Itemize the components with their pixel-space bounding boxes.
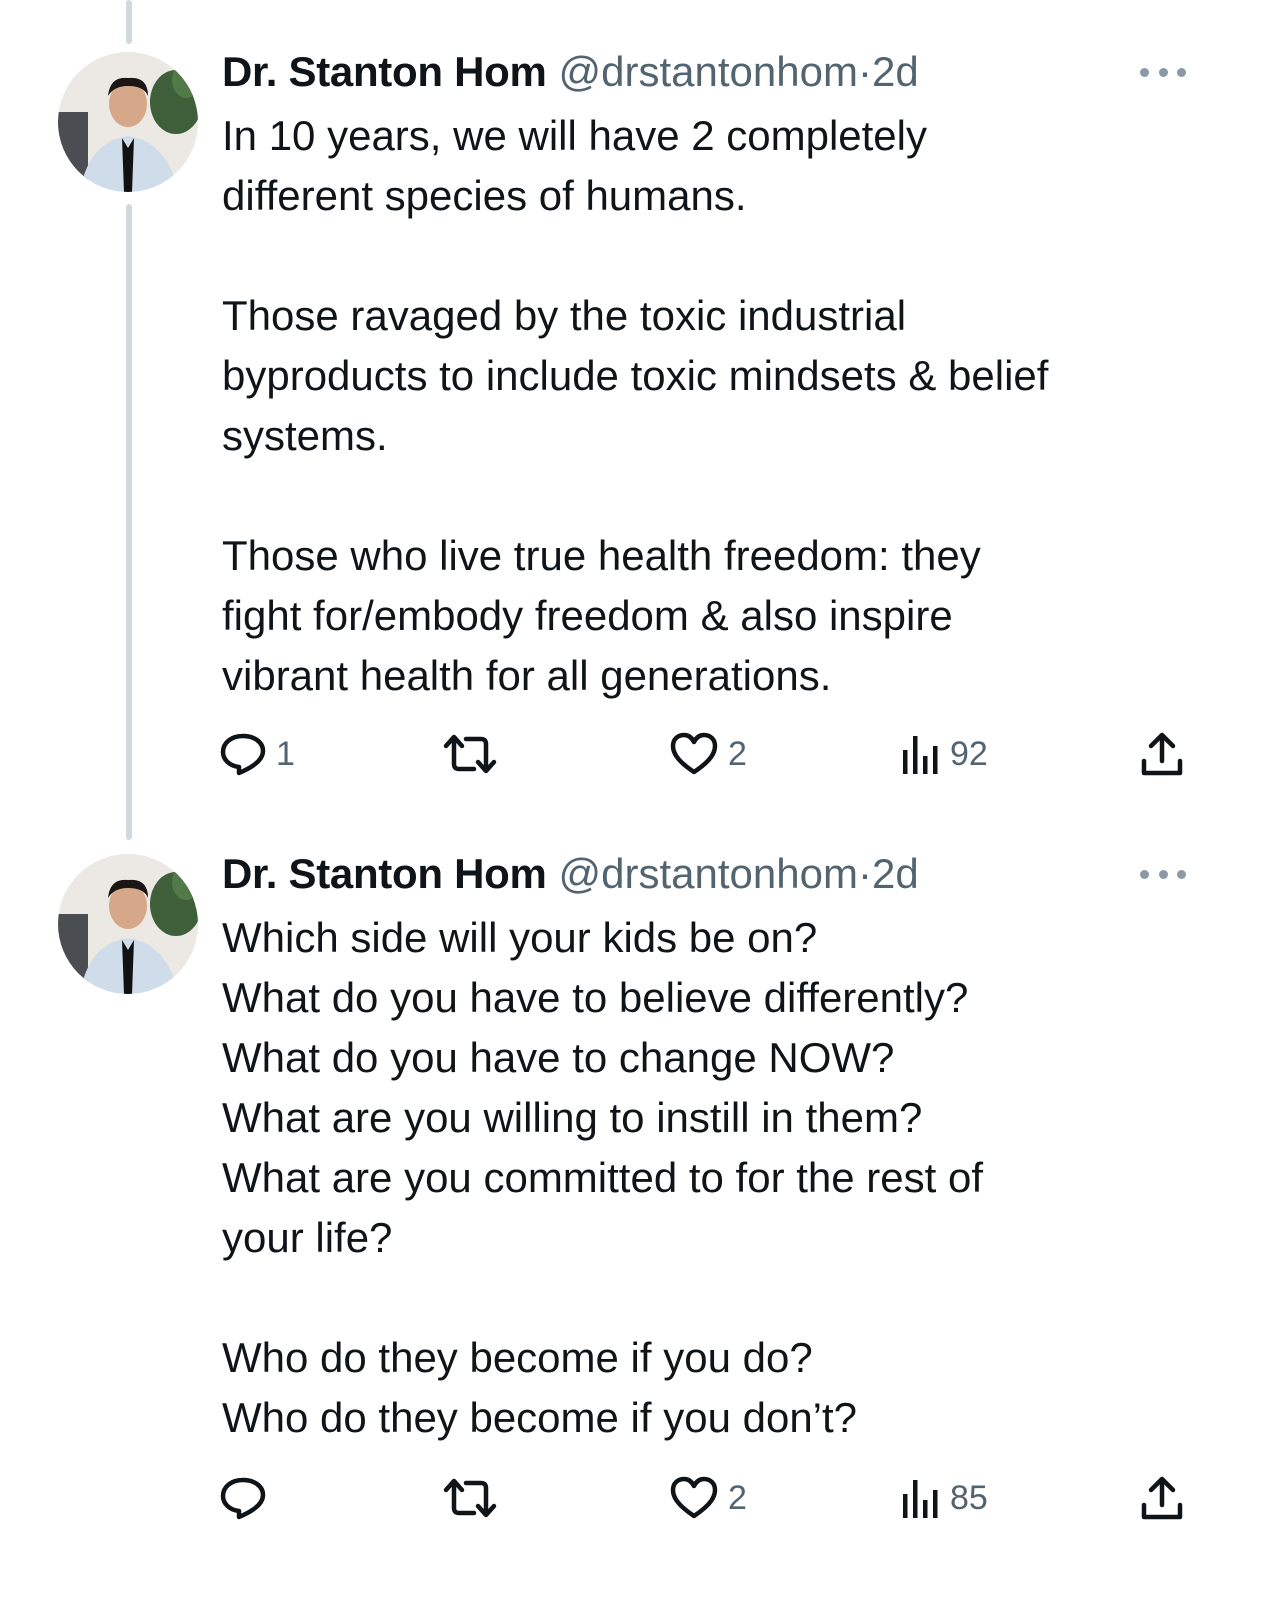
reply-icon	[220, 733, 266, 776]
share-icon	[1141, 732, 1183, 776]
retweet-icon	[443, 1478, 497, 1518]
tweet-header: Dr. Stanton Hom @drstantonhom·2d	[222, 46, 919, 98]
tweet-paragraph: Which side will your kids be on? What do…	[222, 914, 983, 1261]
tweet-paragraph: Those ravaged by the toxic industrial by…	[222, 292, 1049, 459]
heart-icon	[670, 732, 718, 775]
author-name[interactable]: Dr. Stanton Hom	[222, 48, 547, 95]
tweet-text: In 10 years, we will have 2 completely d…	[222, 106, 1232, 706]
like-count: 2	[728, 1478, 747, 1517]
share-icon	[1141, 1476, 1183, 1520]
timestamp[interactable]: 2d	[872, 850, 919, 897]
tweet-paragraph: Who do they become if you do? Who do the…	[222, 1334, 858, 1441]
avatar[interactable]	[58, 854, 198, 994]
tweet-paragraph: Those who live true health freedom: they…	[222, 532, 981, 699]
more-icon[interactable]	[1140, 866, 1186, 882]
author-handle[interactable]: @drstantonhom	[559, 48, 858, 95]
reply-icon	[220, 1477, 266, 1520]
author-name[interactable]: Dr. Stanton Hom	[222, 850, 547, 897]
heart-icon	[670, 1476, 718, 1519]
like-button[interactable]: 2	[670, 726, 747, 782]
views-icon	[903, 736, 938, 774]
tweet-text: Which side will your kids be on? What do…	[222, 908, 1232, 1448]
views-count: 92	[950, 734, 988, 773]
share-button[interactable]	[1140, 726, 1184, 782]
tweet[interactable]: Dr. Stanton Hom @drstantonhom·2d Which si…	[0, 840, 1283, 1612]
author-handle[interactable]: @drstantonhom	[559, 850, 858, 897]
separator-dot: ·	[857, 48, 872, 95]
views-icon	[903, 1480, 938, 1518]
tweet-paragraph: In 10 years, we will have 2 completely d…	[222, 112, 927, 219]
tweet-actions: 2 85	[0, 1470, 1283, 1526]
like-count: 2	[728, 734, 747, 773]
timestamp[interactable]: 2d	[872, 48, 919, 95]
tweet[interactable]: Dr. Stanton Hom @drstantonhom·2d In 10 ye…	[0, 0, 1283, 840]
more-icon[interactable]	[1140, 64, 1186, 80]
retweet-button[interactable]	[442, 726, 508, 782]
avatar-photo	[58, 52, 198, 192]
views-button[interactable]: 92	[900, 726, 988, 782]
avatar-photo	[58, 854, 198, 994]
retweet-icon	[443, 734, 497, 774]
reply-button[interactable]: 1	[220, 726, 295, 782]
tweet-header: Dr. Stanton Hom @drstantonhom·2d	[222, 848, 919, 900]
avatar[interactable]	[58, 52, 198, 192]
views-button[interactable]: 85	[900, 1470, 988, 1526]
views-count: 85	[950, 1478, 988, 1517]
tweet-actions: 1 2 92	[0, 726, 1283, 782]
like-button[interactable]: 2	[670, 1470, 747, 1526]
reply-count: 1	[276, 734, 295, 773]
reply-button[interactable]	[220, 1470, 276, 1526]
retweet-button[interactable]	[442, 1470, 508, 1526]
separator-dot: ·	[857, 850, 872, 897]
share-button[interactable]	[1140, 1470, 1184, 1526]
